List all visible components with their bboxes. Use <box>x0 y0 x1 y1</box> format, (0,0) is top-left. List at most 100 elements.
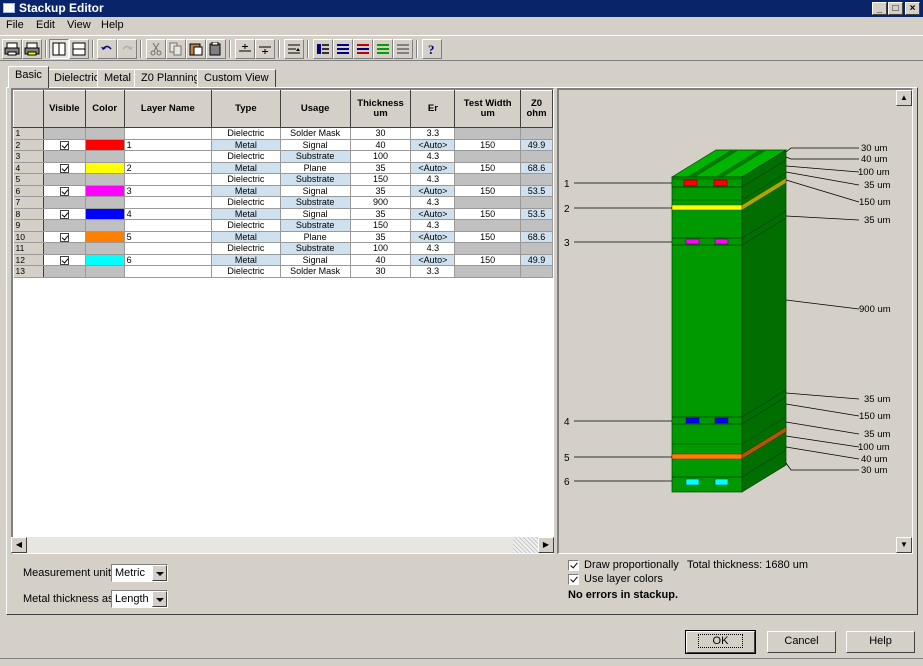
cell-color[interactable] <box>85 150 125 163</box>
cell-er[interactable]: <Auto> <box>410 139 456 151</box>
tab-z0-planning[interactable]: Z0 Planning <box>134 69 207 87</box>
row-number[interactable]: 2 <box>13 139 44 151</box>
cell-usage[interactable]: Substrate <box>280 173 351 186</box>
paste-special-button[interactable] <box>206 39 226 59</box>
cell-usage[interactable]: Solder Mask <box>280 265 351 278</box>
cell-test-width[interactable]: 150 <box>454 139 521 151</box>
table-row[interactable]: 13 Dielectric Solder Mask 30 3.3 <box>13 265 553 278</box>
cell-usage[interactable]: Signal <box>280 208 351 220</box>
cell-thickness[interactable]: 150 <box>350 219 412 232</box>
metal-thickness-select[interactable]: Length <box>111 590 168 608</box>
layer-grid[interactable]: Visible Color Layer Name Type Usage Thic… <box>11 88 554 554</box>
cell-test-width[interactable]: 150 <box>454 231 521 243</box>
list-view-button[interactable] <box>333 39 353 59</box>
cancel-button[interactable]: Cancel <box>767 631 836 653</box>
cell-visible[interactable] <box>43 196 86 209</box>
tab-custom-view[interactable]: Custom View <box>197 69 276 87</box>
row-number[interactable]: 3 <box>13 150 44 163</box>
cell-er[interactable]: <Auto> <box>410 231 456 243</box>
row-number[interactable]: 12 <box>13 254 44 266</box>
cell-er[interactable]: 4.3 <box>410 196 456 209</box>
cell-color[interactable] <box>85 173 125 186</box>
cell-layer-name[interactable]: 3 <box>124 185 213 197</box>
insert-below-button[interactable] <box>255 39 275 59</box>
cell-test-width[interactable] <box>454 265 521 278</box>
cell-usage[interactable]: Substrate <box>280 219 351 232</box>
column-header-thickness[interactable]: Thickness um <box>349 90 412 128</box>
column-header-test-width[interactable]: Test Width um <box>454 90 521 128</box>
cell-type[interactable]: Metal <box>211 185 281 197</box>
cell-visible[interactable] <box>43 173 86 186</box>
cell-usage[interactable]: Substrate <box>280 196 351 209</box>
row-number[interactable]: 7 <box>13 196 44 209</box>
column-header-visible[interactable]: Visible <box>42 90 86 128</box>
cell-usage[interactable]: Solder Mask <box>280 127 351 140</box>
cell-layer-name[interactable]: 6 <box>124 254 213 266</box>
diagram-scroll-up-button[interactable]: ▲ <box>896 90 912 106</box>
cell-test-width[interactable] <box>454 150 521 163</box>
tab-metal[interactable]: Metal <box>97 69 138 87</box>
cell-z0[interactable]: 68.6 <box>520 162 553 174</box>
menu-edit[interactable]: Edit <box>36 19 55 31</box>
visible-checkbox[interactable] <box>59 163 69 173</box>
cell-color[interactable] <box>85 139 125 151</box>
cell-layer-name[interactable] <box>124 196 213 209</box>
red-layers-button[interactable] <box>353 39 373 59</box>
cell-thickness[interactable]: 150 <box>350 173 412 186</box>
cell-visible[interactable] <box>43 208 86 220</box>
cell-test-width[interactable]: 150 <box>454 185 521 197</box>
cell-usage[interactable]: Signal <box>280 254 351 266</box>
cell-visible[interactable] <box>43 265 86 278</box>
cell-color[interactable] <box>85 208 125 220</box>
cell-usage[interactable]: Plane <box>280 231 351 243</box>
diagram-scroll-down-button[interactable]: ▼ <box>896 537 912 553</box>
tab-basic[interactable]: Basic <box>8 66 49 88</box>
column-header-type[interactable]: Type <box>211 90 281 128</box>
cell-visible[interactable] <box>43 242 86 255</box>
ok-button[interactable]: OK <box>685 630 756 654</box>
cell-test-width[interactable] <box>454 196 521 209</box>
cell-er[interactable]: <Auto> <box>410 185 456 197</box>
cell-visible[interactable] <box>43 150 86 163</box>
row-number[interactable]: 8 <box>13 208 44 220</box>
cell-type[interactable]: Dielectric <box>211 196 281 209</box>
redo-button[interactable] <box>117 39 137 59</box>
cell-thickness[interactable]: 35 <box>350 208 412 220</box>
cell-test-width[interactable]: 150 <box>454 254 521 266</box>
cell-test-width[interactable]: 150 <box>454 162 521 174</box>
row-number[interactable]: 1 <box>13 127 44 140</box>
cell-usage[interactable]: Plane <box>280 162 351 174</box>
row-number[interactable]: 5 <box>13 173 44 186</box>
cell-er[interactable]: 3.3 <box>410 265 456 278</box>
renumber-button[interactable] <box>284 39 304 59</box>
table-row[interactable]: 10 5 Metal Plane 35 <Auto> 150 68.6 <box>13 231 553 243</box>
cell-usage[interactable]: Substrate <box>280 150 351 163</box>
undo-button[interactable] <box>97 39 117 59</box>
cell-layer-name[interactable] <box>124 242 213 255</box>
visible-checkbox[interactable] <box>59 140 69 150</box>
cell-z0[interactable] <box>520 196 553 209</box>
cell-er[interactable]: <Auto> <box>410 254 456 266</box>
cell-z0[interactable] <box>520 265 553 278</box>
row-number[interactable]: 4 <box>13 162 44 174</box>
visible-checkbox[interactable] <box>59 186 69 196</box>
cell-er[interactable]: 3.3 <box>410 127 456 140</box>
cell-color[interactable] <box>85 254 125 266</box>
scroll-left-button[interactable]: ◀ <box>11 537 27 553</box>
cell-type[interactable]: Metal <box>211 162 281 174</box>
cell-layer-name[interactable] <box>124 173 213 186</box>
cell-type[interactable]: Dielectric <box>211 127 281 140</box>
cell-layer-name[interactable]: 2 <box>124 162 213 174</box>
cell-type[interactable]: Metal <box>211 254 281 266</box>
cell-layer-name[interactable] <box>124 127 213 140</box>
row-number[interactable]: 9 <box>13 219 44 232</box>
menu-file[interactable]: File <box>6 19 24 31</box>
cell-thickness[interactable]: 100 <box>350 242 412 255</box>
minimize-button[interactable]: _ <box>872 2 887 15</box>
cell-test-width[interactable] <box>454 242 521 255</box>
cell-z0[interactable] <box>520 127 553 140</box>
cell-color[interactable] <box>85 231 125 243</box>
table-row[interactable]: 8 4 Metal Signal 35 <Auto> 150 53.5 <box>13 208 553 220</box>
cell-z0[interactable] <box>520 242 553 255</box>
cell-type[interactable]: Dielectric <box>211 219 281 232</box>
